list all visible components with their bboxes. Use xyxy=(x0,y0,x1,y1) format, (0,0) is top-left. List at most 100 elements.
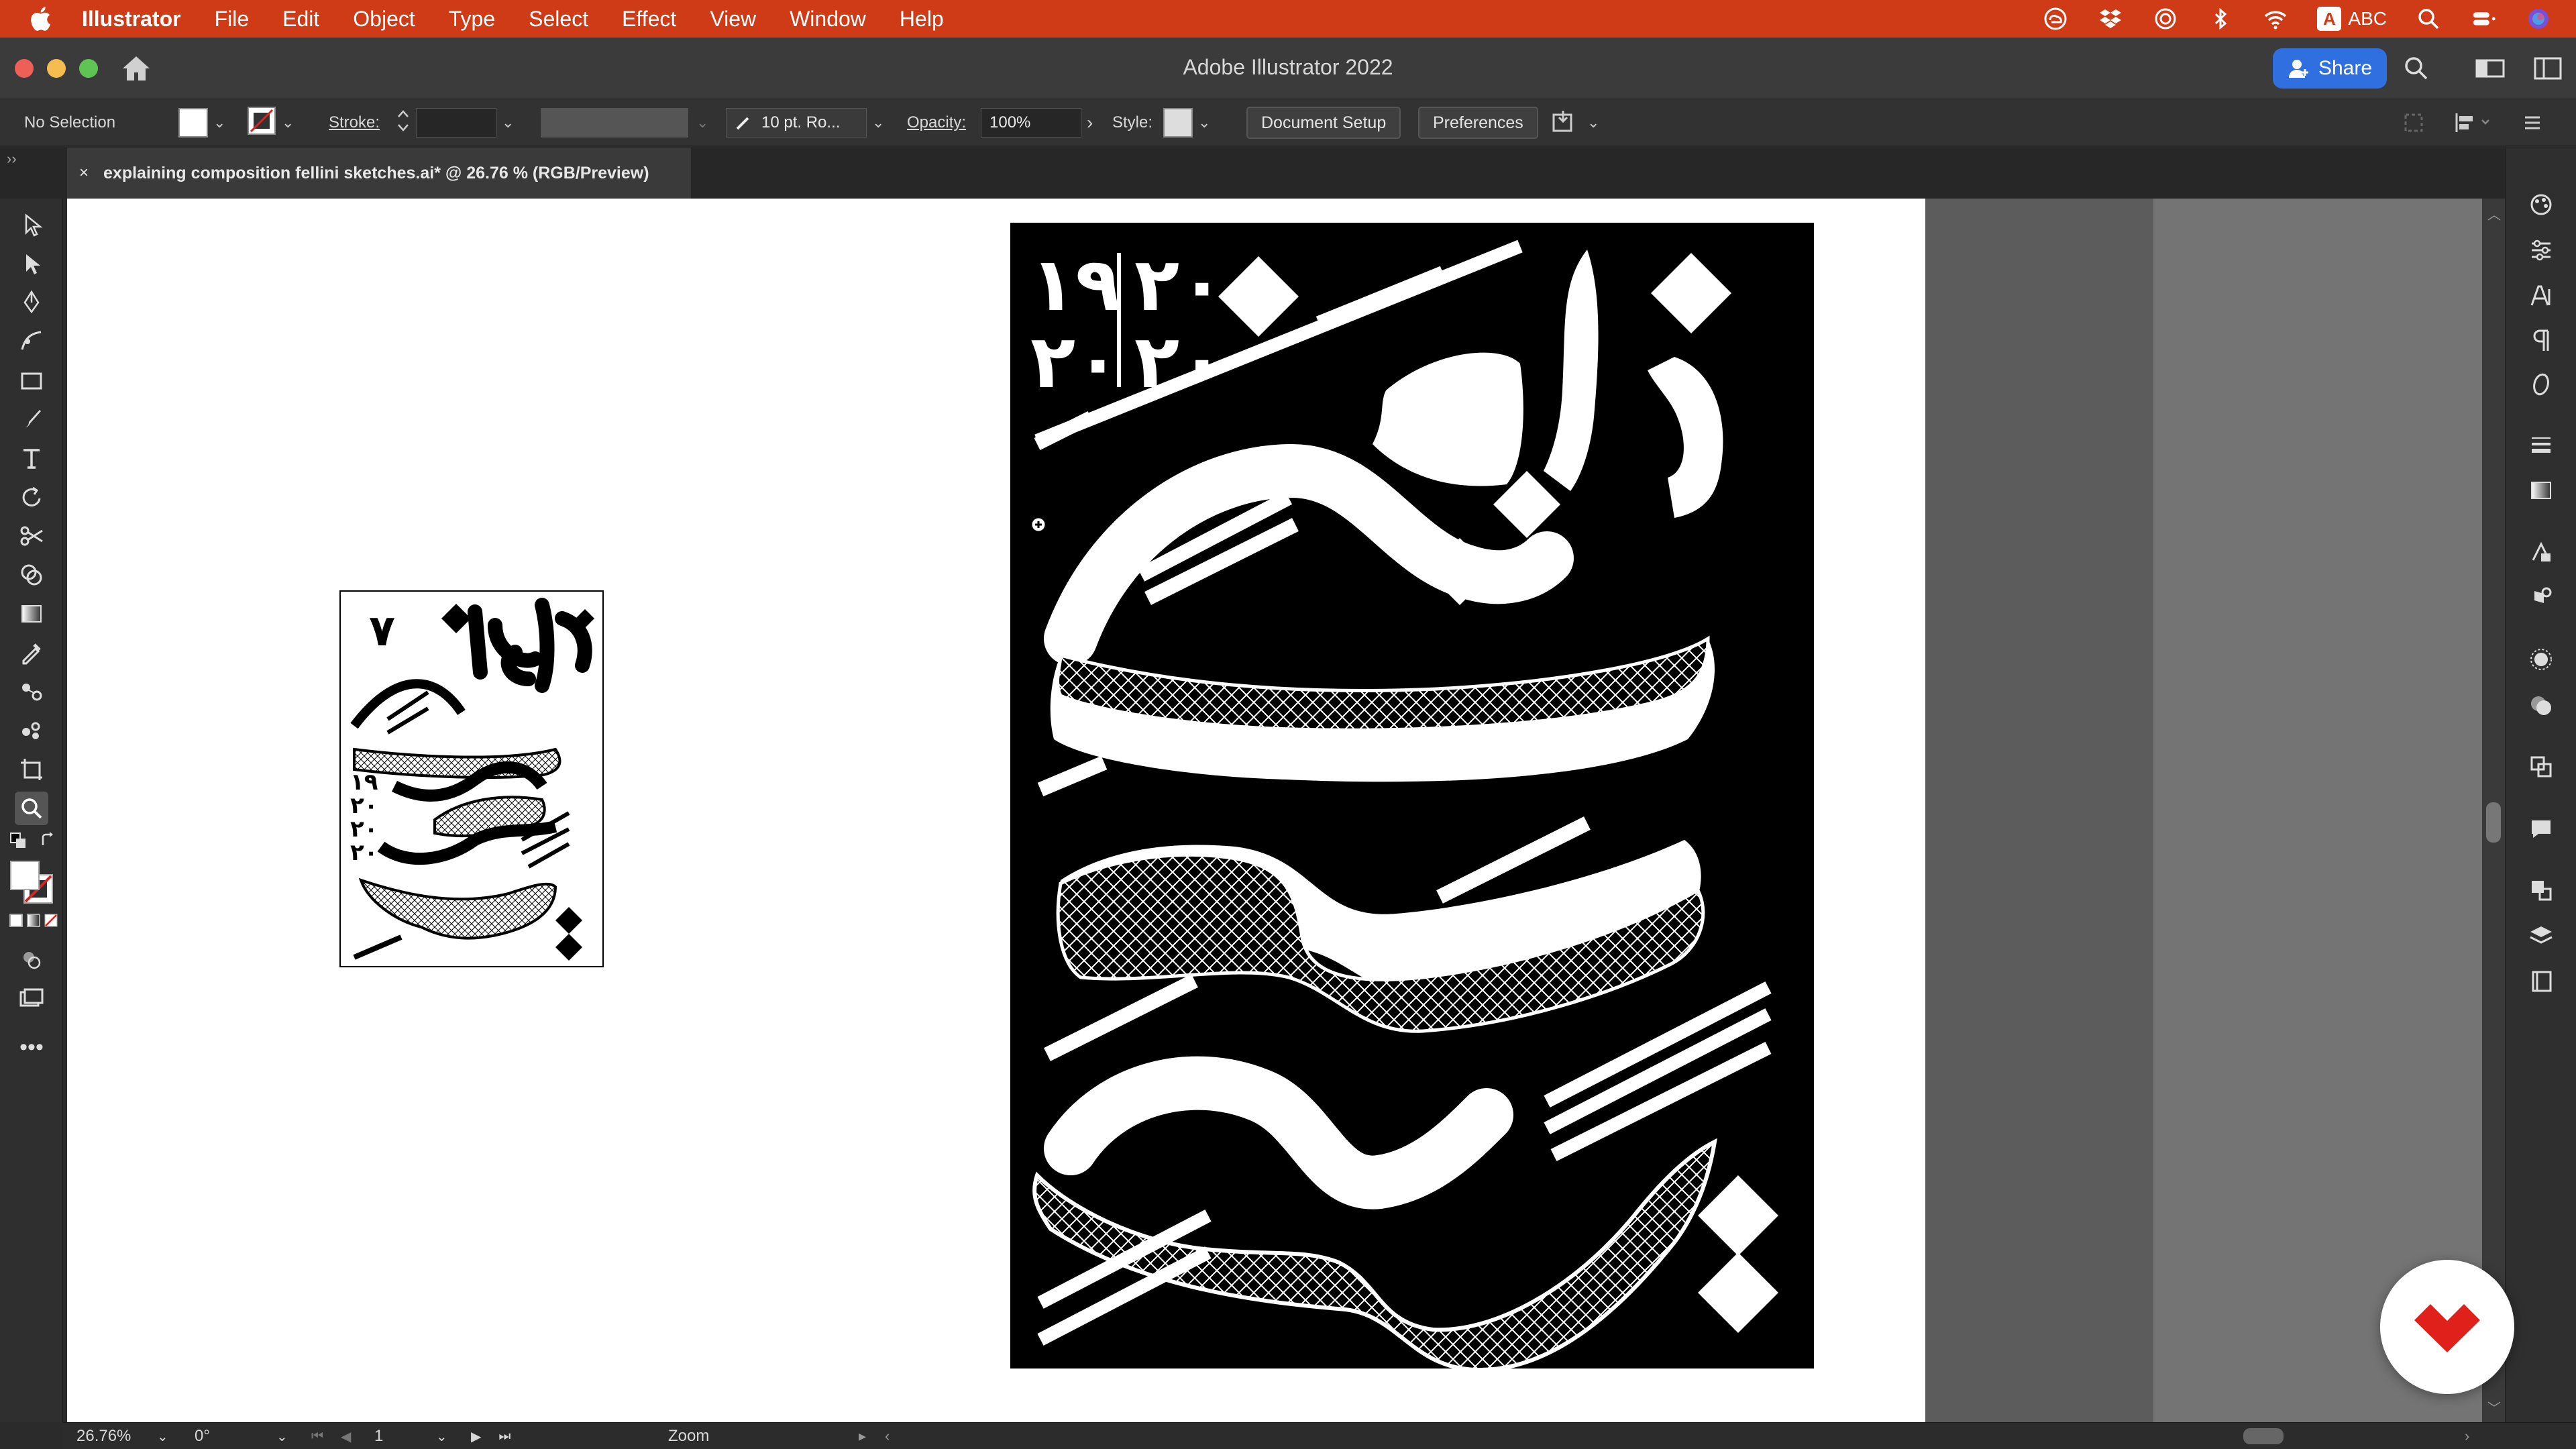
color-guide-icon[interactable] xyxy=(2526,189,2557,220)
gradient-mode-icon[interactable] xyxy=(27,914,40,927)
layers-icon[interactable] xyxy=(2526,920,2557,951)
pen-tool-icon[interactable] xyxy=(15,286,48,319)
collapse-toolbar-icon[interactable]: ›› xyxy=(7,150,17,168)
creative-cloud-icon[interactable] xyxy=(2042,5,2069,32)
graphic-style-control[interactable]: ⌄ xyxy=(1163,99,1210,146)
scroll-up-icon[interactable]: ︿ xyxy=(2487,204,2501,223)
zoom-tool-icon[interactable] xyxy=(15,792,48,825)
vertical-scrollbar[interactable]: ︿ ﹀ xyxy=(2482,199,2505,1422)
properties-icon[interactable] xyxy=(2526,235,2557,266)
preferences-button[interactable]: Preferences xyxy=(1418,107,1538,139)
menu-type[interactable]: Type xyxy=(449,7,495,32)
scroll-right-icon[interactable]: › xyxy=(2465,1423,2469,1449)
selection-tool-icon[interactable] xyxy=(15,208,48,241)
pathfinder-icon[interactable] xyxy=(2526,751,2557,782)
artboard-number[interactable]: 1 xyxy=(374,1423,383,1449)
chevron-down-icon[interactable]: ⌄ xyxy=(213,114,225,131)
pasteboard[interactable] xyxy=(1925,199,2153,1422)
document-tab[interactable]: × explaining composition fellini sketche… xyxy=(67,148,691,199)
sync-icon[interactable] xyxy=(2152,5,2179,32)
floating-logo-badge[interactable] xyxy=(2380,1260,2514,1394)
chevron-down-icon[interactable]: ⌄ xyxy=(872,114,884,131)
default-fill-stroke-icon[interactable] xyxy=(9,832,27,853)
arrange-documents-control[interactable]: ⌄ xyxy=(1550,99,1599,146)
brush-definition-control[interactable]: 10 pt. Ro... ⌄ xyxy=(726,99,884,146)
control-center-icon[interactable] xyxy=(2470,5,2497,32)
menu-app-name[interactable]: Illustrator xyxy=(82,7,181,32)
menu-view[interactable]: View xyxy=(710,7,756,32)
pasteboard-gray[interactable] xyxy=(2153,199,2482,1422)
brush-definition-field[interactable]: 10 pt. Ro... xyxy=(726,108,867,138)
chevron-down-icon[interactable]: ⌄ xyxy=(502,114,514,131)
chevron-down-icon[interactable]: ⌄ xyxy=(696,114,708,131)
screen-mode-icon[interactable] xyxy=(15,982,48,1016)
type-tool-icon[interactable] xyxy=(15,441,48,475)
rotation-value[interactable]: 0° xyxy=(195,1423,210,1449)
spotlight-search-icon[interactable] xyxy=(2415,5,2442,32)
comments-icon[interactable] xyxy=(2526,813,2557,844)
align-icon[interactable] xyxy=(2453,111,2493,135)
brushes-icon[interactable] xyxy=(2526,644,2557,675)
chevron-right-icon[interactable]: › xyxy=(1087,112,1093,133)
shape-builder-tool-icon[interactable] xyxy=(15,558,48,592)
rectangle-tool-icon[interactable] xyxy=(15,364,48,397)
last-artboard-icon[interactable]: ⏭ xyxy=(498,1429,511,1444)
scroll-left-icon[interactable]: ‹ xyxy=(885,1428,890,1445)
graphic-style-swatch[interactable] xyxy=(1163,108,1193,138)
symbols-icon[interactable] xyxy=(2526,690,2557,720)
stroke-weight-input[interactable] xyxy=(416,108,496,138)
direct-selection-tool-icon[interactable] xyxy=(15,247,48,280)
previous-artboard-icon[interactable]: ◀ xyxy=(341,1428,351,1445)
status-menu-icon[interactable]: ▸ xyxy=(859,1428,866,1445)
symbol-sprayer-tool-icon[interactable] xyxy=(15,714,48,747)
vertical-scroll-thumb[interactable] xyxy=(2486,802,2501,843)
stroke-none-swatch-icon[interactable] xyxy=(247,106,276,140)
swap-fill-stroke-icon[interactable] xyxy=(39,832,56,853)
chevron-down-icon[interactable]: ⌄ xyxy=(1587,114,1599,131)
paragraph-icon[interactable] xyxy=(2526,325,2557,356)
close-tab-button[interactable]: × xyxy=(79,164,89,182)
panel-toggle-icon[interactable] xyxy=(2533,55,2563,85)
color-mode-icon[interactable] xyxy=(9,914,23,927)
zoom-level[interactable]: 26.76% xyxy=(76,1423,131,1449)
chevron-down-icon[interactable]: ⌄ xyxy=(436,1423,447,1449)
document-setup-button[interactable]: Document Setup xyxy=(1246,107,1401,139)
chevron-down-icon[interactable]: ⌄ xyxy=(1198,114,1210,131)
stroke-color-control[interactable]: ⌄ xyxy=(247,99,294,146)
share-button[interactable]: Share xyxy=(2273,48,2387,89)
menu-window[interactable]: Window xyxy=(790,7,866,32)
fill-control[interactable]: ⌄ xyxy=(178,99,225,146)
character-icon[interactable] xyxy=(2526,280,2557,311)
wifi-icon[interactable] xyxy=(2262,5,2289,32)
graphic-styles-icon[interactable] xyxy=(2526,582,2557,613)
curvature-tool-icon[interactable] xyxy=(15,325,48,358)
opacity-input[interactable]: 100% xyxy=(981,108,1081,138)
opacity-control[interactable]: 100% › xyxy=(981,99,1093,146)
menu-effect[interactable]: Effect xyxy=(622,7,676,32)
transform-icon[interactable] xyxy=(2402,111,2426,135)
status-menu[interactable]: ▸ ‹ xyxy=(859,1423,890,1449)
scroll-down-icon[interactable]: ﹀ xyxy=(2487,1397,2501,1417)
variable-width-profile[interactable]: ⌄ xyxy=(541,99,708,146)
stroke-label[interactable]: Stroke: xyxy=(329,99,380,146)
arrange-documents-icon[interactable] xyxy=(1550,108,1579,138)
rotate-tool-icon[interactable] xyxy=(15,480,48,514)
siri-icon[interactable] xyxy=(2525,5,2552,32)
stroke-weight-control[interactable]: ⌄ xyxy=(396,99,514,146)
stroke-panel-icon[interactable] xyxy=(2526,429,2557,460)
workspace-switcher-icon[interactable] xyxy=(2475,55,2505,85)
poster-artwork[interactable]: ١٩ ٢٠ ٢٠ ٢٠ xyxy=(1010,223,1814,1373)
artboards-icon[interactable] xyxy=(2526,875,2557,906)
none-mode-icon[interactable] xyxy=(44,914,58,927)
menu-object[interactable]: Object xyxy=(353,7,415,32)
opacity-label[interactable]: Opacity: xyxy=(907,99,966,146)
gradient-tool-icon[interactable] xyxy=(15,597,48,631)
artboard-tool-icon[interactable] xyxy=(15,753,48,786)
dropbox-icon[interactable] xyxy=(2097,5,2124,32)
menu-help[interactable]: Help xyxy=(900,7,944,32)
blend-tool-icon[interactable] xyxy=(15,675,48,708)
gradient-panel-icon[interactable] xyxy=(2526,475,2557,506)
draw-mode-icon[interactable] xyxy=(15,943,48,977)
chevron-down-icon[interactable]: ⌄ xyxy=(276,1423,288,1449)
input-source[interactable]: A ABC xyxy=(2317,7,2387,31)
